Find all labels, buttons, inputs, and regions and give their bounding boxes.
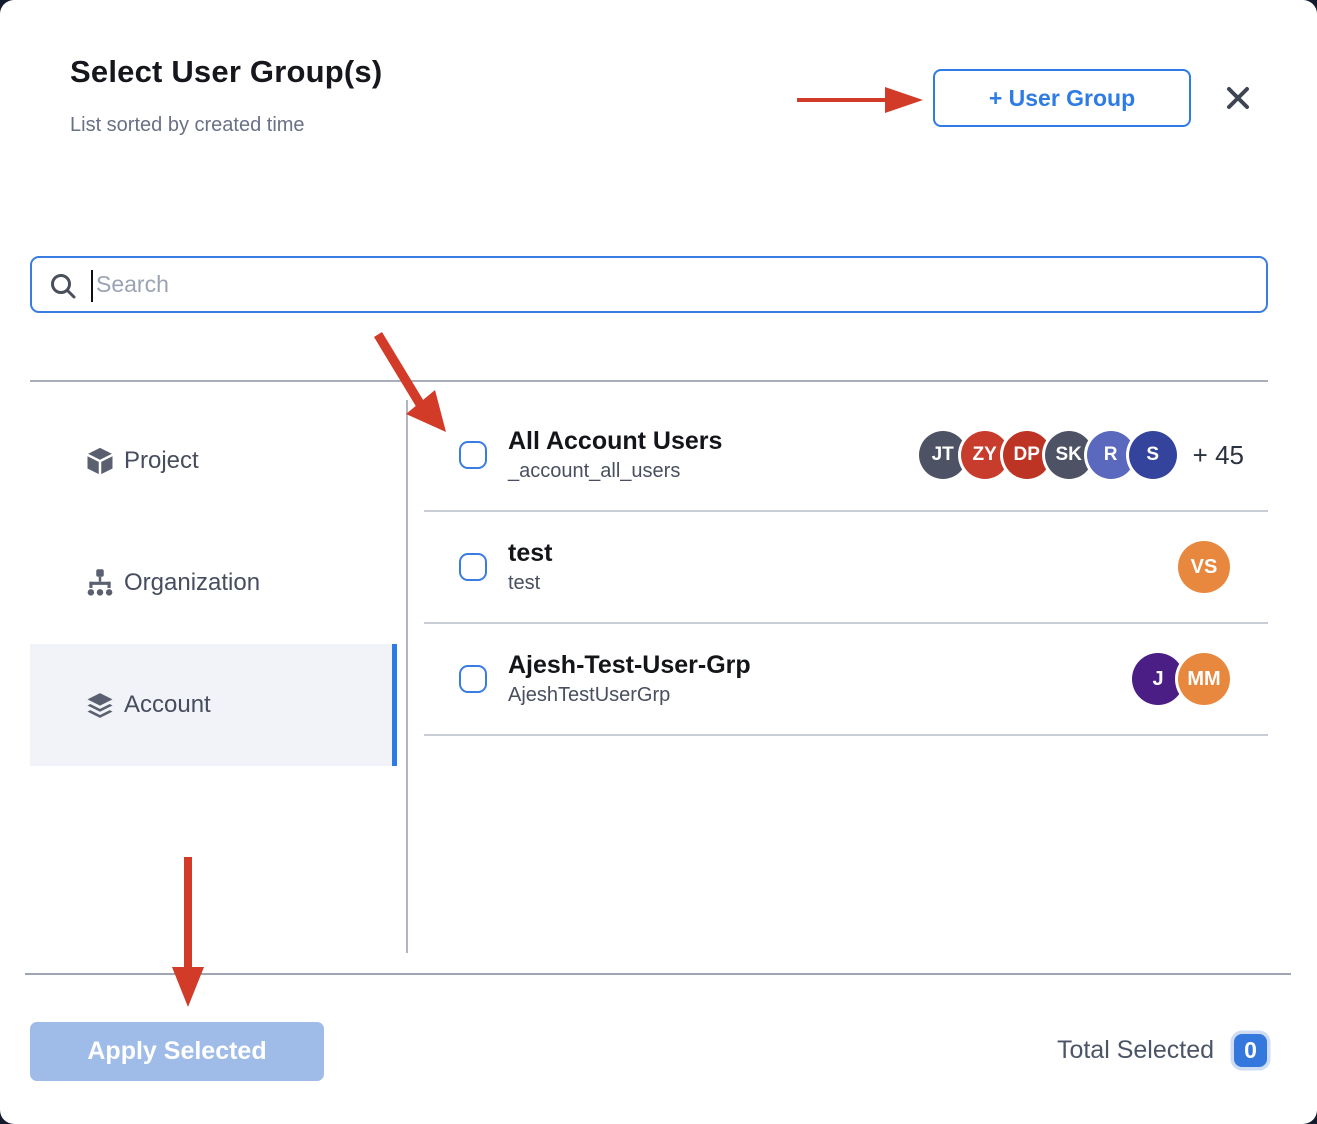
- group-id: test: [508, 570, 552, 596]
- total-selected-label: Total Selected: [1057, 1036, 1214, 1065]
- avatar: VS: [1178, 541, 1230, 593]
- group-row-ajesh-test-user-grp[interactable]: Ajesh-Test-User-Grp AjeshTestUserGrp J M…: [424, 624, 1268, 736]
- text-cursor: [91, 270, 93, 302]
- avatar: SK: [1045, 431, 1093, 479]
- avatar-stack: VS: [1178, 541, 1230, 593]
- group-row-all-account-users[interactable]: All Account Users _account_all_users JT …: [424, 400, 1268, 512]
- sidebar-item-label: Organization: [124, 569, 260, 597]
- content-divider: [30, 380, 1268, 382]
- group-id: _account_all_users: [508, 458, 722, 484]
- apply-selected-button[interactable]: Apply Selected: [30, 1022, 324, 1081]
- group-row-test[interactable]: test test VS: [424, 512, 1268, 624]
- sitemap-icon: [85, 568, 115, 598]
- sidebar-item-organization[interactable]: Organization: [30, 522, 397, 644]
- avatar: MM: [1178, 653, 1230, 705]
- group-name: Ajesh-Test-User-Grp: [508, 650, 751, 681]
- group-text: All Account Users _account_all_users: [508, 426, 722, 483]
- sort-info-text: List sorted by created time: [70, 114, 305, 137]
- group-text: test test: [508, 538, 552, 595]
- group-checkbox[interactable]: [459, 441, 487, 469]
- layers-icon: [85, 690, 115, 720]
- group-checkbox[interactable]: [459, 553, 487, 581]
- sidebar-divider: [406, 400, 408, 953]
- avatar: DP: [1003, 431, 1051, 479]
- avatar: S: [1129, 431, 1177, 479]
- scope-sidebar: Project Organization: [30, 400, 397, 766]
- cube-icon: [85, 446, 115, 476]
- group-name: All Account Users: [508, 426, 722, 457]
- user-group-list: All Account Users _account_all_users JT …: [424, 400, 1268, 736]
- annotation-arrow-add-group: [795, 83, 927, 121]
- search-input[interactable]: [96, 258, 1256, 311]
- group-id: AjeshTestUserGrp: [508, 682, 751, 708]
- footer-divider: [25, 973, 1291, 975]
- avatar-stack: JT ZY DP SK R S + 45: [919, 431, 1244, 479]
- avatar-overflow-count: + 45: [1193, 440, 1244, 471]
- group-name: test: [508, 538, 552, 569]
- avatar-stack: J MM: [1132, 653, 1230, 705]
- select-user-group-modal: Select User Group(s) List sorted by crea…: [0, 0, 1317, 1124]
- screenshot-canvas: Select User Group(s) List sorted by crea…: [0, 0, 1317, 1124]
- avatar: JT: [919, 431, 967, 479]
- sidebar-item-label: Project: [124, 447, 199, 475]
- avatar: ZY: [961, 431, 1009, 479]
- close-icon[interactable]: [1216, 76, 1260, 120]
- sidebar-item-account[interactable]: Account: [30, 644, 397, 766]
- sidebar-item-project[interactable]: Project: [30, 400, 397, 522]
- add-user-group-button[interactable]: + User Group: [933, 69, 1191, 127]
- search-icon: [48, 271, 78, 301]
- sidebar-item-label: Account: [124, 691, 211, 719]
- avatar: R: [1087, 431, 1135, 479]
- group-text: Ajesh-Test-User-Grp AjeshTestUserGrp: [508, 650, 751, 707]
- page-title: Select User Group(s): [70, 54, 382, 90]
- group-checkbox[interactable]: [459, 665, 487, 693]
- total-selected-badge: 0: [1234, 1034, 1267, 1067]
- avatar: J: [1132, 653, 1184, 705]
- annotation-arrow-apply: [170, 855, 206, 1010]
- search-box: [30, 256, 1268, 313]
